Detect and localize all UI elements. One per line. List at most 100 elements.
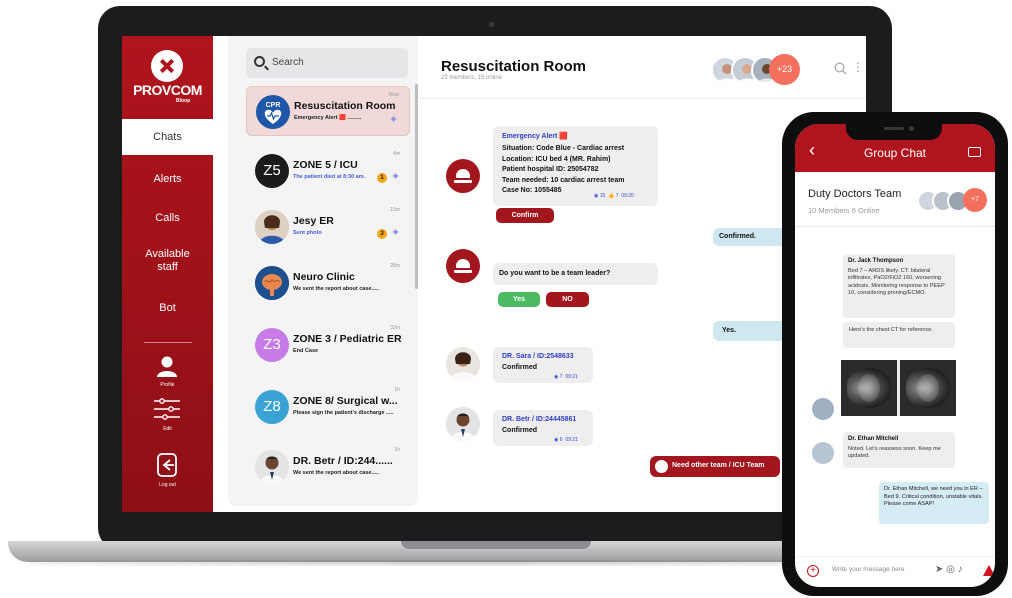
- dr-sara-message: DR. Sara / ID:2548633 Confirmed ◉ 7 09:2…: [493, 347, 593, 383]
- sender-name: DR. Sara / ID:2548633: [502, 353, 574, 360]
- dr-betr-message: DR. Betr / ID:24445861 Confirmed ◉ 6 09:…: [493, 410, 593, 446]
- chat-title: Resuscitation Room: [441, 58, 587, 75]
- message-meta: ◉ 7 09:21: [554, 374, 578, 380]
- laptop-shadow: [30, 560, 890, 566]
- laptop-camera: [489, 22, 494, 27]
- chat-list-scrollbar[interactable]: [415, 84, 418, 289]
- chat-title: DR. Betr / ID:244......: [293, 455, 393, 467]
- alert-line: Team needed: 10 cardiac arrest team: [502, 176, 625, 184]
- nav-available-staff[interactable]: Available staff: [122, 248, 213, 274]
- chat-item-zone5-icu[interactable]: Z5 ZONE 5 / ICU The patient died at 8:30…: [246, 146, 410, 196]
- zone-avatar: Z8: [255, 390, 289, 424]
- ct-image-message[interactable]: [841, 360, 956, 416]
- pin-icon[interactable]: ✦: [389, 113, 398, 126]
- chat-preview: The patient died at 8:30 am.: [293, 174, 366, 180]
- dr-jack-message: Dr. Jack Thompson Bed 7 – ARDS likely. C…: [843, 254, 955, 318]
- logo-subtext: Bloop: [176, 98, 191, 104]
- chat-title: ZONE 8/ Surgical w...: [293, 395, 398, 407]
- header-divider: [420, 98, 866, 99]
- unread-badge: 1: [377, 173, 387, 183]
- chat-item-dr-betr[interactable]: DR. Betr / ID:244...... We sent the repo…: [246, 442, 410, 492]
- question-message: Do you want to be a team leader?: [493, 263, 658, 285]
- add-attachment-icon[interactable]: +: [807, 565, 819, 577]
- chat-item-zone8-surgical[interactable]: Z8 ZONE 8/ Surgical w... Please sign the…: [246, 382, 410, 432]
- user-avatar: [255, 450, 289, 484]
- more-members-badge[interactable]: +23: [769, 54, 800, 85]
- nav-divider: [144, 342, 192, 343]
- dr-ethan-message: Dr. Ethan Mitchell Noted. Let's reassess…: [843, 432, 955, 468]
- alert-line: Location: ICU bed 4 (MR. Rahim): [502, 155, 611, 163]
- alert-line: Situation: Code Blue - Cardiac arrest: [502, 145, 625, 152]
- message-text: Noted. Let's reassess soon. Keep me upda…: [848, 445, 941, 460]
- svg-text:CPR: CPR: [266, 102, 281, 109]
- alert-meta: ◉ 15 👍 7 09:20: [594, 193, 634, 199]
- zone-avatar: Z5: [255, 154, 289, 188]
- sender-avatar: [812, 442, 834, 464]
- phone-notch: [846, 120, 942, 140]
- logout-icon[interactable]: [156, 452, 178, 478]
- ct-scan-image: [900, 360, 956, 416]
- chat-preview: End Case: [293, 348, 319, 354]
- chat-item-zone3-pediatric-er[interactable]: Z3 ZONE 3 / Pediatric ER End Case 33m: [246, 320, 410, 370]
- message-input-bar: + Write your message here ➤ ◎ ♪: [795, 556, 995, 587]
- confirm-button[interactable]: Confirm: [496, 208, 554, 223]
- nav-calls[interactable]: Calls: [122, 212, 213, 225]
- alarm-icon: [446, 159, 480, 193]
- search-icon: [254, 56, 265, 67]
- emergency-icon[interactable]: [983, 565, 995, 576]
- profile-icon[interactable]: [155, 354, 179, 378]
- chat-time: 33m: [390, 325, 400, 331]
- chat-title: ZONE 3 / Pediatric ER: [293, 333, 402, 345]
- logout-label: Log out: [159, 482, 176, 488]
- chat-item-neuro-clinic[interactable]: Neuro Clinic We sent the report about ca…: [246, 258, 410, 308]
- input-action-icons[interactable]: ➤ ◎ ♪: [935, 564, 963, 575]
- dr-sara-avatar: [446, 347, 480, 381]
- chat-search-icon[interactable]: [834, 62, 847, 75]
- nav-bot[interactable]: Bot: [122, 302, 213, 315]
- chat-members-count: 23 members, 15 online: [441, 75, 503, 81]
- message-text: Here's the chest CT for reference.: [849, 327, 933, 333]
- team-icon: [655, 460, 668, 473]
- sender-name: DR. Betr / ID:24445861: [502, 416, 577, 423]
- message-meta: ◉ 6 09:21: [554, 437, 578, 443]
- message-input[interactable]: Write your message here: [832, 566, 905, 573]
- cpr-heart-icon: CPR: [264, 102, 282, 124]
- mobile-divider: [795, 226, 995, 227]
- edit-sliders-icon[interactable]: [153, 398, 181, 420]
- chat-item-jesy-er[interactable]: Jesy ER Sent photo 15m 3 ✦: [246, 202, 410, 252]
- logo-text: PROVCOM: [133, 82, 202, 98]
- need-team-text: Need other team / ICU Team: [672, 462, 765, 469]
- sidebar: PROVCOM Bloop Chats Alerts Calls Availab…: [122, 36, 213, 512]
- alert-line: Patient hospital ID: 25054782: [502, 166, 599, 173]
- message-text: Confirmed: [502, 364, 537, 371]
- more-members-badge[interactable]: +7: [963, 188, 987, 212]
- pin-icon[interactable]: ✦: [391, 170, 400, 183]
- pin-icon[interactable]: ✦: [391, 226, 400, 239]
- team-members: 10 Members 6 Online: [808, 206, 880, 215]
- no-button[interactable]: NO: [546, 292, 589, 307]
- need-other-team-message: Need other team / ICU Team: [650, 456, 780, 477]
- ct-caption-message: Here's the chest CT for reference.: [843, 322, 955, 348]
- chat-time: 1h: [394, 447, 400, 453]
- chat-preview: Please sign the patient's discharge ....…: [293, 410, 394, 416]
- laptop-notch: [401, 541, 591, 549]
- alert-title: Emergency Alert 🟥: [502, 133, 569, 140]
- cpr-avatar: CPR: [256, 95, 290, 129]
- zone-avatar: Z3: [255, 328, 289, 362]
- sender-name: Dr. Jack Thompson: [848, 258, 904, 264]
- mobile-app: ‹ Group Chat Duty Doctors Team 10 Member…: [795, 124, 995, 587]
- yes-button[interactable]: Yes: [498, 292, 540, 307]
- mobile-title: Group Chat: [863, 146, 927, 160]
- profile-label: Profile: [160, 382, 175, 388]
- search-input[interactable]: Search: [246, 48, 408, 78]
- chat-item-resuscitation-room[interactable]: CPR Resuscitation Room Emergency Alert 🟥…: [246, 86, 410, 136]
- more-options-icon[interactable]: ⋮: [852, 60, 864, 74]
- chat-title: Neuro Clinic: [293, 271, 355, 283]
- chat-title: ZONE 5 / ICU: [293, 159, 358, 171]
- nav-chats[interactable]: Chats: [122, 119, 213, 155]
- video-call-icon[interactable]: [968, 147, 981, 157]
- sender-avatar: [812, 398, 834, 420]
- nav-alerts[interactable]: Alerts: [122, 173, 213, 186]
- chat-preview: We sent the report about case.....: [293, 286, 380, 292]
- user-avatar: [255, 210, 289, 244]
